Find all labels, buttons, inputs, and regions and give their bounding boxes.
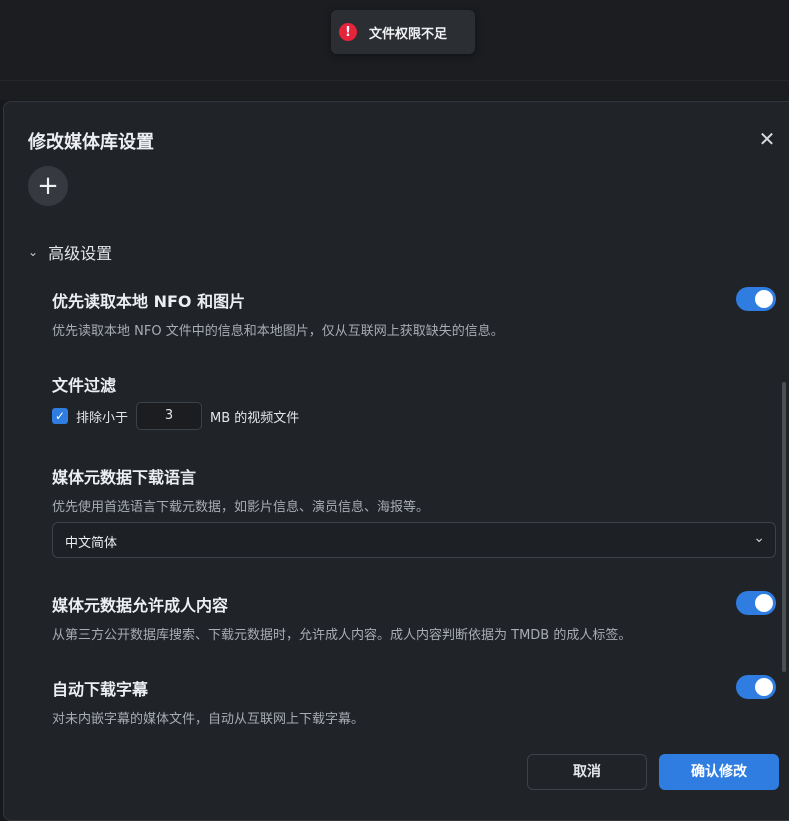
dialog-title: 修改媒体库设置: [28, 132, 154, 153]
header-divider: [0, 80, 789, 81]
adult-content-toggle[interactable]: [736, 591, 776, 615]
confirm-button[interactable]: 确认修改: [659, 754, 779, 790]
error-icon: !: [339, 23, 357, 41]
adult-content-description: 从第三方公开数据库搜索、下载元数据时，允许成人内容。成人内容判断依据为 TMDB…: [52, 628, 632, 643]
nfo-title: 优先读取本地 NFO 和图片: [52, 292, 246, 311]
file-filter-title: 文件过滤: [52, 376, 117, 395]
nfo-description: 优先读取本地 NFO 文件中的信息和本地图片，仅从互联网上获取缺失的信息。: [52, 324, 504, 339]
language-selected-value: 中文简体: [65, 536, 118, 551]
min-size-input[interactable]: 3: [136, 402, 203, 430]
add-folder-button[interactable]: +: [28, 166, 68, 206]
subtitle-title: 自动下载字幕: [52, 680, 149, 699]
exclude-small-checkbox[interactable]: ✓: [52, 408, 68, 424]
advanced-settings-toggle[interactable]: ⌄ 高级设置: [28, 240, 112, 264]
toggle-knob: [755, 594, 773, 612]
cancel-button[interactable]: 取消: [527, 754, 647, 790]
adult-content-title: 媒体元数据允许成人内容: [52, 596, 229, 615]
chevron-down-icon: ⌄: [28, 245, 39, 259]
plus-icon: +: [37, 171, 59, 201]
toggle-knob: [755, 678, 773, 696]
toggle-knob: [755, 290, 773, 308]
file-filter-row: ✓ 排除小于 3 MB 的视频文件: [52, 402, 299, 430]
scrollbar[interactable]: [782, 382, 786, 672]
nfo-toggle[interactable]: [736, 287, 776, 311]
size-unit-label: MB 的视频文件: [210, 410, 300, 426]
toast-message: 文件权限不足: [369, 26, 448, 42]
close-icon[interactable]: ✕: [756, 128, 778, 150]
language-title: 媒体元数据下载语言: [52, 468, 197, 487]
language-select[interactable]: 中文简体 ⌄: [52, 522, 776, 558]
subtitle-description: 对未内嵌字幕的媒体文件，自动从互联网上下载字幕。: [52, 712, 365, 727]
advanced-settings-label: 高级设置: [48, 244, 113, 263]
chevron-down-icon: ⌄: [753, 530, 765, 546]
language-description: 优先使用首选语言下载元数据，如影片信息、演员信息、海报等。: [52, 500, 430, 515]
exclude-label: 排除小于: [76, 410, 129, 426]
library-settings-dialog: 修改媒体库设置 ✕ + ⌄ 高级设置 优先读取本地 NFO 和图片 优先读取本地…: [3, 101, 789, 821]
subtitle-toggle[interactable]: [736, 675, 776, 699]
error-toast: ! 文件权限不足: [331, 10, 475, 54]
